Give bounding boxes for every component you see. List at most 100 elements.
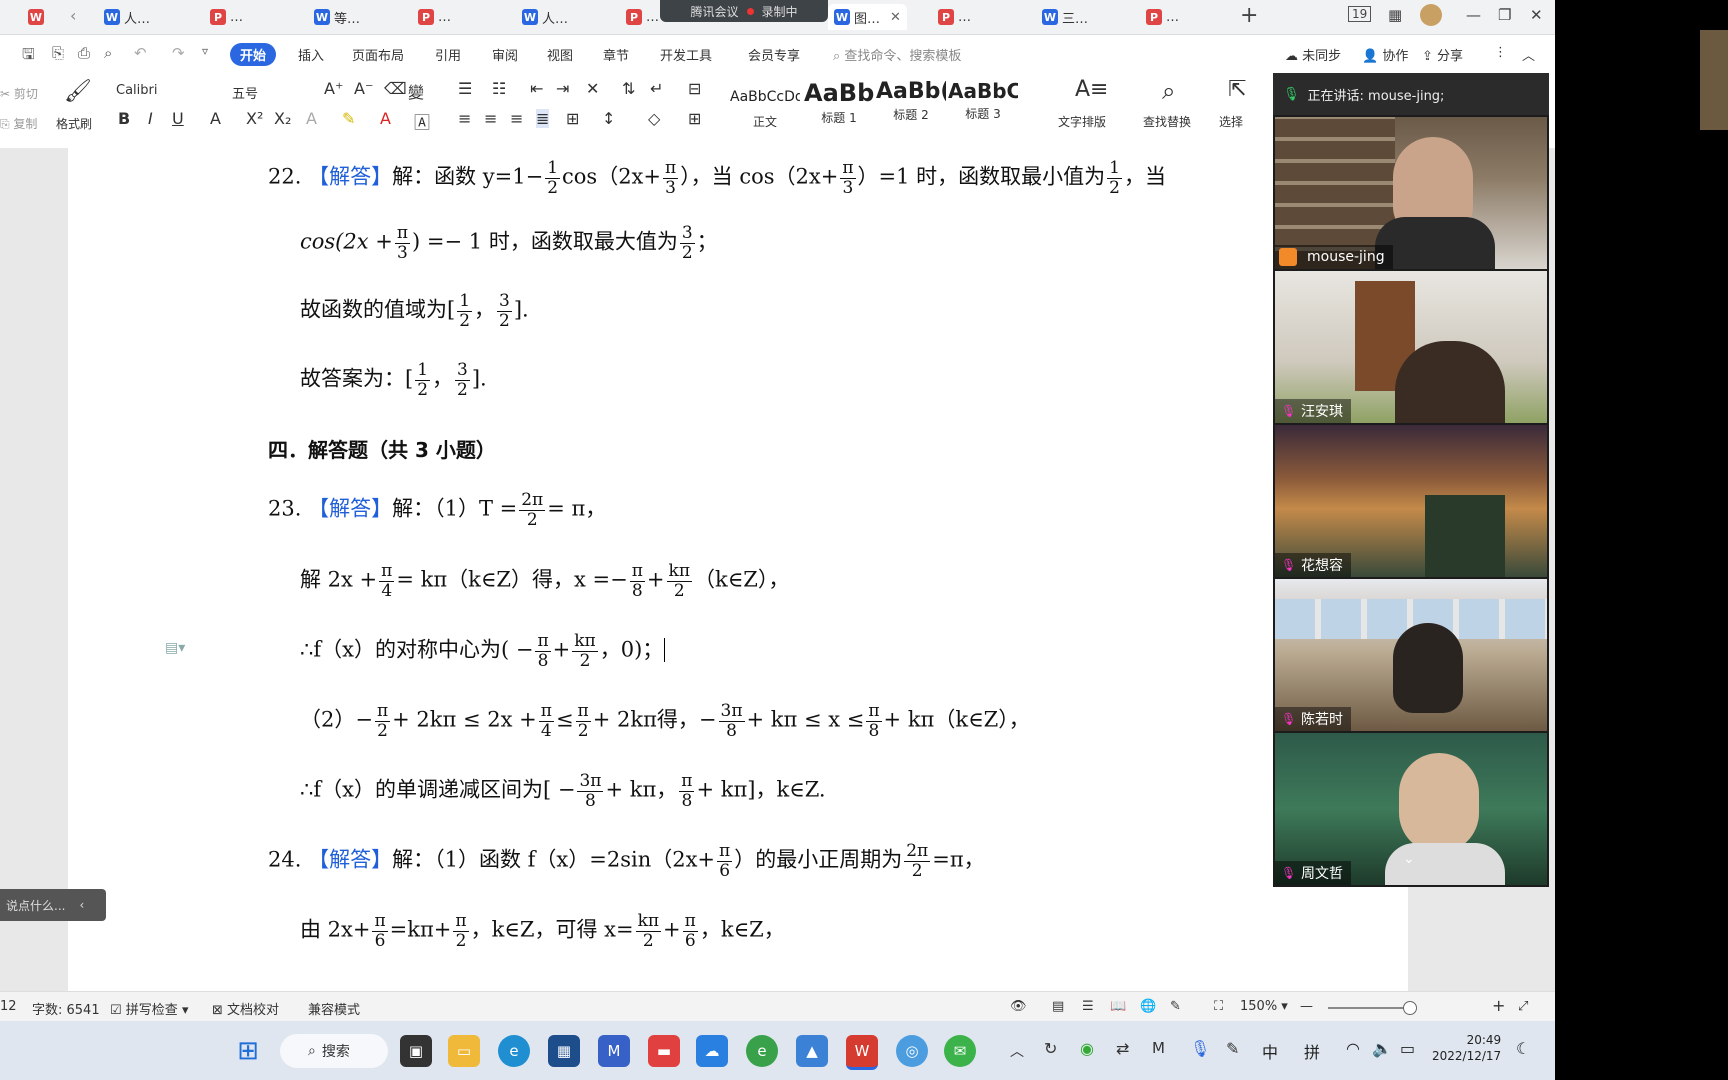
- new-tab-icon[interactable]: +: [1240, 3, 1258, 28]
- web-view-icon[interactable]: 🌐: [1140, 999, 1156, 1014]
- collapse-ribbon-icon[interactable]: ︿: [1522, 45, 1535, 64]
- subscript-icon[interactable]: X₂: [274, 109, 291, 128]
- font-select[interactable]: Calibri: [116, 83, 157, 98]
- text-layout-label[interactable]: 文字排版: [1058, 113, 1106, 130]
- fullscreen-icon[interactable]: ⤢: [1518, 999, 1528, 1014]
- char-border-icon[interactable]: 🄰: [414, 109, 430, 133]
- battery-icon[interactable]: ▭: [1400, 1039, 1415, 1058]
- clear-format-icon[interactable]: ⌫: [384, 79, 407, 98]
- write-view-icon[interactable]: ✎: [1170, 999, 1181, 1014]
- spell-check-button[interactable]: ☑ 拼写检查 ▾: [110, 999, 188, 1018]
- bullet-list-icon[interactable]: ☰: [458, 79, 472, 98]
- tray-mic-icon[interactable]: 🎙: [1190, 1039, 1210, 1058]
- outline-view-icon[interactable]: ☰: [1082, 999, 1094, 1014]
- superscript-icon[interactable]: X²: [246, 109, 263, 128]
- tab-view[interactable]: 视图: [547, 45, 573, 64]
- wps-icon[interactable]: W: [846, 1035, 878, 1070]
- file-explorer-icon[interactable]: ▭: [448, 1035, 480, 1067]
- highlight-icon[interactable]: ✎: [342, 109, 355, 128]
- text-layout-icon[interactable]: A≡: [1075, 77, 1108, 102]
- edge-icon[interactable]: e: [498, 1035, 530, 1067]
- fit-page-icon[interactable]: ⛶: [1214, 999, 1223, 1014]
- wechat-icon[interactable]: ✉: [944, 1035, 976, 1067]
- tab-page-layout[interactable]: 页面布局: [352, 45, 404, 64]
- eye-protect-icon[interactable]: 👁: [1010, 999, 1027, 1014]
- style-normal[interactable]: AaBbCcDd 正文: [730, 79, 800, 139]
- print-icon[interactable]: ⎙: [78, 44, 90, 62]
- tray-sync-icon[interactable]: ↻: [1044, 1039, 1057, 1058]
- distribute-icon[interactable]: ⊞: [566, 109, 579, 128]
- chinese-layout-icon[interactable]: ✕: [586, 79, 599, 98]
- tray-pen-icon[interactable]: ✎: [1226, 1039, 1239, 1058]
- collab-button[interactable]: 👤 协作: [1362, 45, 1408, 64]
- show-marks-icon[interactable]: ↵: [650, 79, 663, 98]
- decrease-indent-icon[interactable]: ⇤: [530, 79, 543, 98]
- chevron-left-icon[interactable]: ‹: [79, 898, 84, 912]
- doc-tab-active[interactable]: W 图… ✕: [828, 4, 907, 30]
- task-view-icon[interactable]: ▣: [400, 1035, 432, 1067]
- select-label[interactable]: 选择: [1219, 113, 1243, 130]
- wps-home-tab[interactable]: W: [28, 4, 44, 30]
- bold-icon[interactable]: B: [118, 109, 130, 128]
- zoom-slider[interactable]: [1328, 1007, 1410, 1009]
- tab-developer[interactable]: 开发工具: [660, 45, 712, 64]
- doc-tab-5[interactable]: W 人…: [522, 4, 568, 30]
- clock[interactable]: 20:49 2022/12/17: [1432, 1032, 1501, 1064]
- zoom-slider-handle[interactable]: [1403, 1001, 1417, 1015]
- taskbar-search[interactable]: ⌕ 搜索: [280, 1034, 388, 1068]
- tab-insert[interactable]: 插入: [298, 45, 324, 64]
- ime-pinyin[interactable]: 拼: [1304, 1039, 1320, 1063]
- tray-switch-icon[interactable]: ⇄: [1116, 1039, 1129, 1058]
- window-badge[interactable]: 19: [1348, 6, 1372, 22]
- back-icon[interactable]: ‹: [70, 6, 76, 25]
- command-search[interactable]: ⌕ 查找命令、搜索模板: [833, 45, 961, 64]
- preview-icon[interactable]: ⌕: [104, 44, 112, 62]
- doc-tab-8[interactable]: P…: [938, 4, 971, 30]
- notification-icon[interactable]: ☾: [1516, 1039, 1530, 1058]
- select-cursor-icon[interactable]: ⇱: [1228, 77, 1246, 102]
- style-heading-2[interactable]: AaBb(标题 2: [876, 79, 946, 139]
- tab-chapter[interactable]: 章节: [603, 45, 629, 64]
- store-icon[interactable]: ▦: [548, 1035, 580, 1067]
- doc-tab-10[interactable]: P…: [1146, 4, 1179, 30]
- tray-app-icon[interactable]: ◉: [1080, 1039, 1094, 1058]
- redo-icon[interactable]: ↷: [172, 44, 185, 62]
- proofread-button[interactable]: ⊠ 文档校对: [212, 999, 279, 1018]
- close-tab-icon[interactable]: ✕: [890, 10, 901, 25]
- strikethrough-icon[interactable]: A: [210, 109, 221, 128]
- font-color-icon[interactable]: A: [380, 109, 391, 128]
- tab-start[interactable]: 开始: [230, 43, 277, 66]
- borders-icon[interactable]: ⊞: [688, 109, 701, 128]
- word-count[interactable]: 字数: 6541: [32, 999, 100, 1018]
- page-number[interactable]: 12: [0, 999, 17, 1014]
- undo-icon[interactable]: ↶: [134, 44, 147, 62]
- tab-review[interactable]: 审阅: [492, 45, 518, 64]
- doc-tab-9[interactable]: W 三…: [1042, 4, 1088, 30]
- page-view-icon[interactable]: ▤: [1052, 999, 1064, 1014]
- find-replace-label[interactable]: 查找替换: [1143, 113, 1191, 130]
- line-spacing-icon[interactable]: ↕: [602, 109, 615, 128]
- cut-button[interactable]: ✂ 剪切: [0, 85, 38, 102]
- tab-member[interactable]: 会员专享: [748, 45, 800, 64]
- doc-tab-3[interactable]: W 等…: [314, 4, 360, 30]
- shrink-font-icon[interactable]: A⁻: [354, 79, 373, 98]
- close-window-icon[interactable]: ✕: [1530, 6, 1543, 24]
- save-icon[interactable]: 🖫: [22, 44, 35, 69]
- zoom-level[interactable]: 150% ▾: [1240, 999, 1288, 1014]
- doc-tab-4[interactable]: P…: [418, 4, 451, 30]
- align-right-icon[interactable]: ≡: [510, 109, 523, 128]
- video-tile-4[interactable]: 🎙 陈若时: [1275, 579, 1547, 731]
- find-replace-icon[interactable]: ⌕: [1162, 77, 1175, 105]
- format-painter-icon[interactable]: 🖌: [64, 79, 92, 104]
- phonetic-icon[interactable]: 變: [408, 79, 424, 103]
- volume-icon[interactable]: 🔈: [1372, 1039, 1392, 1058]
- cloud-icon[interactable]: ☁: [696, 1035, 728, 1067]
- doc-tab-2[interactable]: P…: [210, 4, 243, 30]
- copy-button[interactable]: ⎘ 复制: [0, 115, 37, 132]
- more-icon[interactable]: ⋮: [1494, 45, 1507, 60]
- windows-start-icon[interactable]: ⊞: [232, 1035, 264, 1067]
- sort-icon[interactable]: ⇅: [622, 79, 635, 98]
- grid-icon[interactable]: ▦: [1388, 6, 1402, 24]
- tab-references[interactable]: 引用: [435, 45, 461, 64]
- text-effect-icon[interactable]: A: [306, 109, 317, 128]
